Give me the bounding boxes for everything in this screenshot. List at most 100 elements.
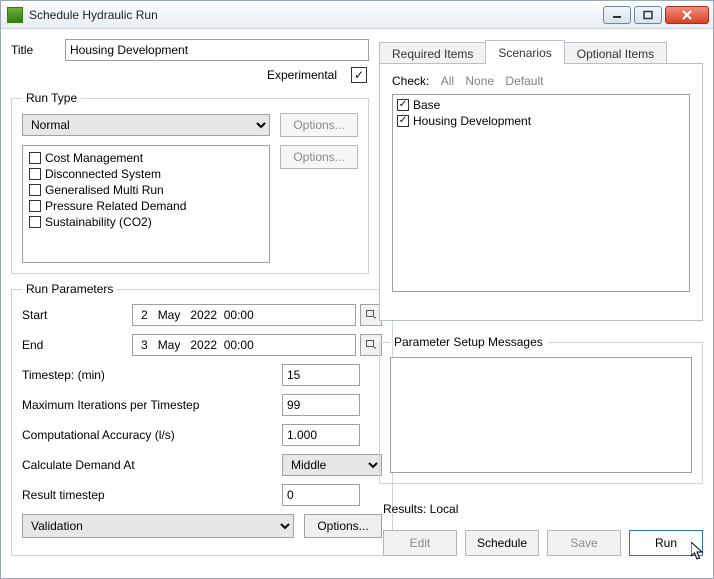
tab-label: Required Items [392, 47, 473, 61]
maximize-button[interactable] [634, 6, 662, 24]
validation-select[interactable]: Validation [22, 514, 294, 538]
scenario-checkbox[interactable] [397, 115, 409, 127]
psm-legend: Parameter Setup Messages [390, 335, 547, 349]
app-icon [7, 7, 23, 23]
left-pane: Title Experimental ✓ Run Type Normal Opt… [11, 39, 369, 564]
feature-checkbox[interactable] [29, 200, 41, 212]
right-pane: Required Items Scenarios Optional Items … [379, 39, 703, 564]
end-row: End 3 May 2022 00:00 [22, 334, 382, 356]
validation-options-button[interactable]: Options... [304, 514, 382, 538]
title-row: Title [11, 39, 369, 61]
tab-required-items[interactable]: Required Items [379, 42, 486, 64]
maxiter-row: Maximum Iterations per Timestep [22, 394, 382, 416]
feature-checkbox[interactable] [29, 216, 41, 228]
timestep-label: Timestep: (min) [22, 368, 282, 382]
feature-checkbox[interactable] [29, 152, 41, 164]
check-all-link[interactable]: All [441, 74, 454, 88]
title-label: Title [11, 43, 57, 57]
feature-item[interactable]: Pressure Related Demand [29, 198, 263, 214]
parameter-setup-messages-fieldset: Parameter Setup Messages [379, 335, 703, 484]
end-day: 3 [141, 338, 148, 352]
scenario-checkbox[interactable] [397, 99, 409, 111]
timestep-row: Timestep: (min) [22, 364, 382, 386]
run-type-legend: Run Type [22, 91, 81, 105]
feature-label: Pressure Related Demand [45, 198, 186, 214]
timestep-input[interactable] [282, 364, 360, 386]
close-icon [681, 10, 693, 20]
schedule-button[interactable]: Schedule [465, 530, 539, 556]
minimize-icon [611, 10, 623, 20]
accuracy-label: Computational Accuracy (l/s) [22, 428, 282, 442]
feature-checkbox[interactable] [29, 184, 41, 196]
action-buttons: Edit Schedule Save Run [379, 530, 703, 556]
title-input[interactable] [65, 39, 369, 61]
scenarios-list[interactable]: Base Housing Development [392, 94, 690, 292]
end-datetime: 3 May 2022 00:00 [132, 334, 382, 356]
titlebar: Schedule Hydraulic Run [1, 1, 713, 29]
window-buttons [603, 6, 709, 24]
result-ts-label: Result timestep [22, 488, 282, 502]
feature-item[interactable]: Cost Management [29, 150, 263, 166]
check-default-link[interactable]: Default [505, 74, 543, 88]
features-list[interactable]: Cost Management Disconnected System Gene… [22, 145, 270, 263]
experimental-label: Experimental [267, 68, 337, 82]
run-type-select[interactable]: Normal [22, 114, 270, 136]
scenario-item[interactable]: Housing Development [397, 113, 685, 129]
run-type-options-button-2[interactable]: Options... [280, 145, 358, 169]
experimental-checkbox[interactable]: ✓ [351, 67, 367, 83]
feature-checkbox[interactable] [29, 168, 41, 180]
feature-item[interactable]: Sustainability (CO2) [29, 214, 263, 230]
calendar-dropdown-icon [366, 340, 376, 350]
tabs: Required Items Scenarios Optional Items [379, 39, 703, 63]
dialog-window: Schedule Hydraulic Run Title Experimenta… [0, 0, 714, 579]
run-button[interactable]: Run [629, 530, 703, 556]
edit-button[interactable]: Edit [383, 530, 457, 556]
feature-item[interactable]: Disconnected System [29, 166, 263, 182]
maxiter-input[interactable] [282, 394, 360, 416]
accuracy-input[interactable] [282, 424, 360, 446]
end-label: End [22, 338, 132, 352]
features-wrap: Cost Management Disconnected System Gene… [22, 145, 358, 263]
start-year-time: 2022 00:00 [190, 308, 253, 322]
psm-textbox[interactable] [390, 357, 692, 473]
tab-scenarios[interactable]: Scenarios [485, 40, 564, 64]
accuracy-row: Computational Accuracy (l/s) [22, 424, 382, 446]
feature-label: Cost Management [45, 150, 143, 166]
check-row: Check: All None Default [392, 74, 690, 88]
run-type-options-button-1[interactable]: Options... [280, 113, 358, 137]
feature-item[interactable]: Generalised Multi Run [29, 182, 263, 198]
end-datetime-field[interactable]: 3 May 2022 00:00 [132, 334, 356, 356]
scenario-label: Housing Development [413, 113, 531, 129]
tab-optional-items[interactable]: Optional Items [564, 42, 667, 64]
maximize-icon [642, 10, 654, 20]
check-label: Check: [392, 74, 429, 88]
save-button[interactable]: Save [547, 530, 621, 556]
run-type-row: Normal Options... [22, 113, 358, 137]
scenarios-panel: Check: All None Default Base Hous [379, 63, 703, 321]
validation-row: Validation Options... [22, 514, 382, 538]
run-type-fieldset: Run Type Normal Options... Cost Manageme… [11, 91, 369, 274]
calendar-dropdown-icon [366, 310, 376, 320]
feature-label: Generalised Multi Run [45, 182, 164, 198]
start-day: 2 [141, 308, 148, 322]
minimize-button[interactable] [603, 6, 631, 24]
feature-label: Disconnected System [45, 166, 161, 182]
run-parameters-legend: Run Parameters [22, 282, 117, 296]
tab-label: Optional Items [577, 47, 654, 61]
check-none-link[interactable]: None [465, 74, 494, 88]
scenario-item[interactable]: Base [397, 97, 685, 113]
feature-label: Sustainability (CO2) [45, 214, 152, 230]
maxiter-label: Maximum Iterations per Timestep [22, 398, 282, 412]
start-label: Start [22, 308, 132, 322]
start-datetime: 2 May 2022 00:00 [132, 304, 382, 326]
tab-label: Scenarios [498, 46, 551, 60]
calcdemand-label: Calculate Demand At [22, 458, 282, 472]
start-month: May [158, 308, 181, 322]
close-button[interactable] [665, 6, 709, 24]
window-title: Schedule Hydraulic Run [29, 8, 603, 22]
start-datetime-field[interactable]: 2 May 2022 00:00 [132, 304, 356, 326]
experimental-row: Experimental ✓ [11, 67, 369, 83]
calcdemand-select[interactable]: Middle [282, 454, 382, 476]
run-parameters-fieldset: Run Parameters Start 2 May 2022 00:00 [11, 282, 393, 556]
result-ts-input[interactable] [282, 484, 360, 506]
